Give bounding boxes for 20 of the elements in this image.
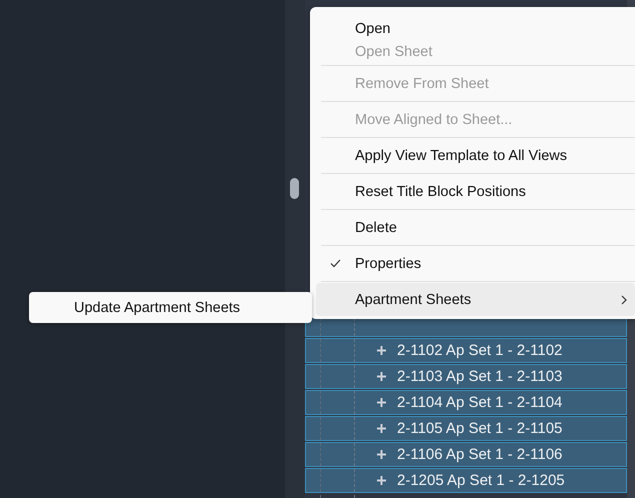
tree-item[interactable]: 2-1104 Ap Set 1 - 2-1104 — [305, 390, 627, 415]
tree-item[interactable]: 2-1102 Ap Set 1 - 2-1102 — [305, 338, 627, 363]
plus-icon[interactable] — [376, 345, 387, 356]
tree-item[interactable]: 2-1105 Ap Set 1 - 2-1105 — [305, 416, 627, 441]
plus-icon[interactable] — [376, 371, 387, 382]
scrollbar-thumb[interactable] — [290, 178, 299, 199]
chevron-right-icon — [621, 294, 627, 304]
menu-item[interactable]: Apply View Template to All Views — [316, 139, 635, 172]
menu-item[interactable]: Properties — [316, 247, 635, 280]
plus-icon[interactable] — [376, 397, 387, 408]
plus-icon[interactable] — [376, 475, 387, 486]
tree-item[interactable]: 2-1103 Ap Set 1 - 2-1103 — [305, 364, 627, 389]
plus-icon[interactable] — [376, 449, 387, 460]
menu-item[interactable]: Delete — [316, 211, 635, 244]
tree-item[interactable]: 2-1205 Ap Set 1 - 2-1205 — [305, 468, 627, 493]
tree-item[interactable]: 2-1106 Ap Set 1 - 2-1106 — [305, 442, 627, 467]
plus-icon[interactable] — [376, 423, 387, 434]
menu-item[interactable]: Reset Title Block Positions — [316, 175, 635, 208]
menu-item[interactable]: Update Apartment Sheets — [74, 300, 240, 316]
menu-item[interactable]: Apartment Sheets — [316, 283, 635, 316]
